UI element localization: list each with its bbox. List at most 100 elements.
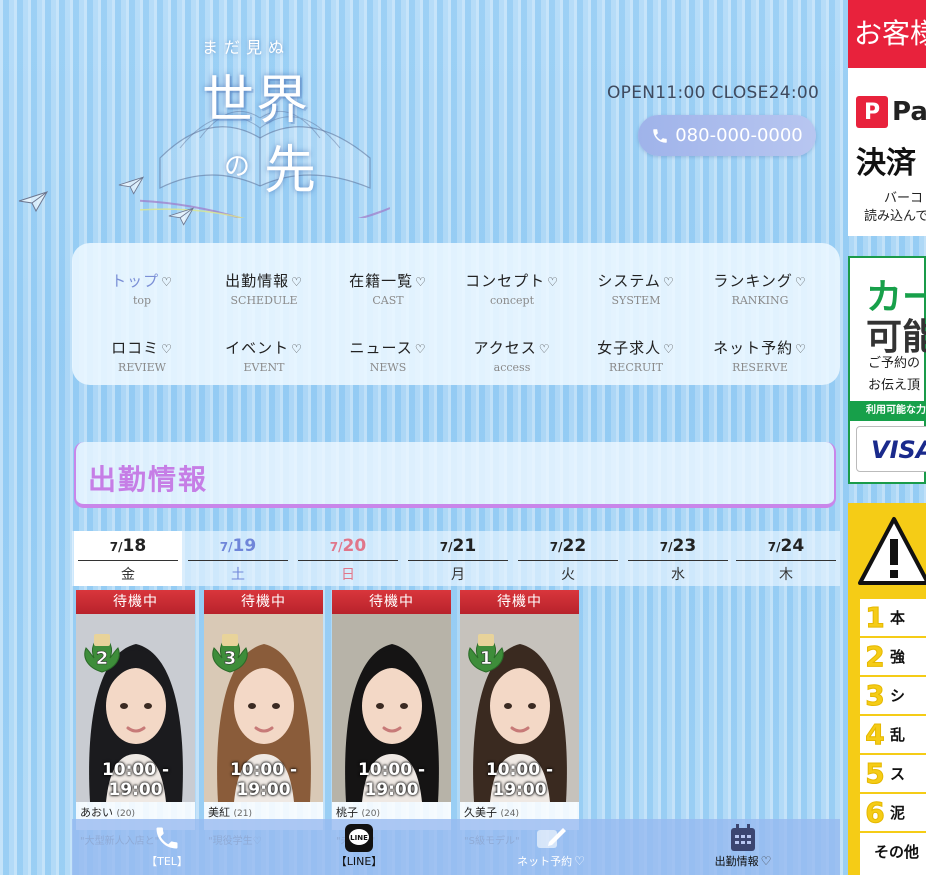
warning-row: 5ス — [860, 755, 926, 794]
cast-photo: 2 10:00 - 19:00 — [76, 614, 195, 802]
cast-card[interactable]: 待機中 1 10:00 - 19:00 久美子 (24) "S級モデル" — [460, 590, 579, 847]
nav-label: 出勤情報 — [225, 272, 290, 290]
banner-barcode: バーコ — [884, 191, 924, 206]
logo-no: の — [224, 152, 251, 182]
day-date: 7/18 — [109, 536, 147, 556]
nav-label: ニュース — [349, 339, 413, 357]
nav-system[interactable]: システム ♡ SYSTEM — [572, 270, 700, 307]
day-date: 7/21 — [439, 536, 477, 556]
heart-icon: ♡ — [574, 854, 585, 868]
nav-label: コンセプト — [465, 272, 546, 290]
heart-icon: ♡ — [291, 342, 303, 356]
rank-badge-icon: 2 — [84, 634, 120, 673]
work-time: 10:00 - 19:00 — [101, 760, 170, 800]
banner-yomi: 読み込んで — [864, 209, 926, 224]
work-time: 10:00 - 19:00 — [229, 760, 298, 800]
nav-concept[interactable]: コンセプト ♡ concept — [448, 270, 576, 307]
heart-icon: ♡ — [662, 275, 675, 289]
day-tab[interactable]: 7/24 木 — [732, 531, 840, 586]
bottom-schedule-label: 出勤情報 — [714, 855, 759, 868]
heart-icon: ♡ — [794, 275, 807, 289]
day-weekday: 火 — [518, 560, 618, 584]
nav-sublabel: EVENT — [243, 361, 285, 374]
cast-age: (24) — [500, 809, 519, 819]
work-time: 10:00 - 19:00 — [357, 760, 426, 800]
banner-kessai: 決済 — [856, 146, 916, 181]
nav-label: ネット予約 — [713, 339, 794, 357]
day-tab[interactable]: 7/23 水 — [624, 531, 732, 586]
nav-label: ロコミ — [111, 339, 160, 357]
day-tab[interactable]: 7/22 火 — [514, 531, 622, 586]
day-tab[interactable]: 7/21 月 — [404, 531, 512, 586]
bottom-tel-button[interactable]: 【TEL】 — [102, 823, 232, 869]
banner-text1: ご予約の — [868, 356, 921, 371]
cast-age: (20) — [361, 809, 380, 819]
nav-label: イベント — [225, 339, 290, 357]
warning-row: 4乱 — [860, 716, 926, 755]
nav-news[interactable]: ニュース ♡ NEWS — [324, 337, 452, 374]
tel-button[interactable]: 080-000-0000 — [638, 115, 816, 156]
nav-sublabel: SCHEDULE — [230, 294, 298, 307]
cast-card[interactable]: 待機中 3 10:00 - 19:00 美紅 (21) "現役学生♡ — [204, 590, 323, 847]
day-date: 7/19 — [219, 536, 257, 556]
day-tab[interactable]: 7/19 土 — [184, 531, 292, 586]
cast-photo: 3 10:00 - 19:00 — [204, 614, 323, 802]
day-tab[interactable]: 7/18 金 — [74, 531, 182, 586]
day-date: 7/22 — [549, 536, 587, 556]
logo-sub: まだ見ぬ — [202, 38, 291, 57]
paypay-banner[interactable]: お客様 P Pa 決済 バーコ 読み込んで — [848, 0, 926, 236]
nav-review[interactable]: ロコミ ♡ REVIEW — [78, 337, 206, 374]
svg-text:2: 2 — [96, 648, 109, 669]
heart-icon: ♡ — [795, 342, 807, 356]
day-date: 7/23 — [659, 536, 697, 556]
nav-sublabel: RANKING — [731, 294, 789, 307]
card-payment-banner[interactable]: カー 可能 ご予約の お伝え頂 利用可能な力 VISA — [848, 256, 926, 484]
nav-label: ランキング — [713, 272, 793, 290]
svg-text:1: 1 — [480, 648, 493, 669]
nav-sublabel: SYSTEM — [611, 294, 661, 307]
cast-photo: 10:00 - 19:00 — [332, 614, 451, 802]
nav-ranking[interactable]: ランキング ♡ RANKING — [696, 270, 824, 307]
bottom-schedule-button[interactable]: 出勤情報 ♡ — [678, 823, 808, 869]
nav-event[interactable]: イベント ♡ EVENT — [200, 337, 328, 374]
heart-icon: ♡ — [161, 342, 173, 356]
visa-logo: VISA — [856, 426, 926, 472]
status-badge: 待機中 — [204, 590, 323, 614]
nav-access[interactable]: アクセス ♡ access — [448, 337, 576, 374]
nav-label: アクセス — [473, 339, 537, 357]
nav-top[interactable]: トップ ♡ top — [78, 270, 206, 307]
bottom-reserve-button[interactable]: ネット予約 ♡ — [486, 823, 616, 869]
nav-recruit[interactable]: 女子求人 ♡ RECRUIT — [572, 337, 700, 374]
heart-icon: ♡ — [760, 854, 772, 868]
nav-schedule[interactable]: 出勤情報 ♡ SCHEDULE — [200, 270, 328, 307]
heart-icon: ♡ — [663, 342, 675, 356]
warning-banner[interactable]: 1本 2強 3シ 4乱 5ス 6泥 その他 — [848, 503, 926, 875]
bottom-line-button[interactable]: LINE 【LINE】 — [294, 823, 424, 869]
cast-card[interactable]: 待機中 2 10:00 - 19:00 あおい (20) "大型新人入店と" — [76, 590, 195, 847]
logo-main2: 先 — [264, 141, 317, 201]
cast-age: (21) — [233, 809, 252, 819]
cast-name: 桃子 — [336, 806, 358, 819]
nav-reserve[interactable]: ネット予約 ♡ RESERVE — [696, 337, 824, 374]
nav-sublabel: concept — [490, 294, 534, 307]
paypay-icon: P — [856, 96, 888, 128]
paypay-text: Pa — [892, 97, 926, 127]
day-weekday: 金 — [78, 560, 178, 584]
paypay-logo: P Pa — [856, 96, 926, 128]
nav-sublabel: NEWS — [369, 361, 407, 374]
cast-card[interactable]: 待機中 10:00 - 19:00 桃子 (20) "未経験" — [332, 590, 451, 847]
nav-sublabel: RECRUIT — [609, 361, 663, 374]
rank-badge-icon: 1 — [468, 634, 504, 673]
day-weekday: 土 — [188, 560, 288, 584]
status-badge: 待機中 — [332, 590, 451, 614]
svg-text:3: 3 — [224, 648, 237, 669]
site-logo[interactable]: まだ見ぬ 世界 の 先 — [140, 28, 400, 218]
day-date: 7/20 — [329, 536, 367, 556]
day-tab[interactable]: 7/20 日 — [294, 531, 402, 586]
phone-icon — [156, 827, 178, 849]
bottom-action-bar: 【TEL】 LINE 【LINE】 ネット予約 ♡ 出勤情報 ♡ — [72, 819, 840, 875]
warning-row: 2強 — [860, 638, 926, 677]
day-tabs: 7/18 金 7/19 土 7/20 日 7/21 月 7/22 火 7/23 水 7/24… — [72, 531, 840, 586]
nav-cast[interactable]: 在籍一覧 ♡ CAST — [324, 270, 452, 307]
nav-sublabel: CAST — [372, 294, 404, 307]
